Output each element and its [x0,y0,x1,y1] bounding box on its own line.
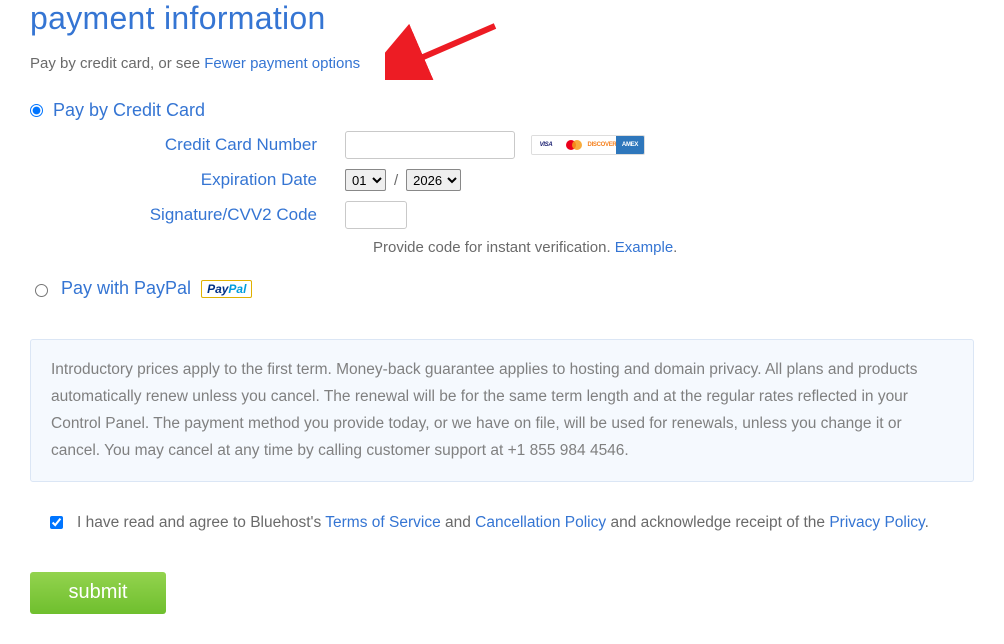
exp-month-select[interactable]: 01 [345,169,386,191]
cvv-example-link[interactable]: Example [615,239,673,256]
pay-cc-label: Pay by Credit Card [53,100,205,121]
discover-icon: DISCOVER [588,136,616,154]
cc-number-label: Credit Card Number [30,135,345,155]
payment-option-cc[interactable]: Pay by Credit Card [30,100,974,121]
cvv-hint-text: Provide code for instant verification. [373,239,615,256]
cancellation-policy-link[interactable]: Cancellation Policy [475,514,606,531]
cc-brands-icon: VISA DISCOVER AMEX [531,135,645,155]
pay-paypal-radio[interactable] [35,284,48,297]
visa-icon: VISA [532,136,560,154]
paypal-icon: PayPal [201,280,252,298]
cc-number-input[interactable] [345,131,515,159]
agreement-row: I have read and agree to Bluehost's Term… [30,514,974,532]
pay-cc-radio[interactable] [30,104,43,117]
exp-date-label: Expiration Date [30,170,345,190]
intro-prefix: Pay by credit card, or see [30,55,204,72]
privacy-policy-link[interactable]: Privacy Policy [829,514,924,531]
mastercard-icon [560,136,588,154]
agree-text: I have read and agree to Bluehost's Term… [77,514,929,532]
cvv-hint-period: . [673,239,677,256]
fine-print-box: Introductory prices apply to the first t… [30,339,974,482]
pay-paypal-label: Pay with PayPal [61,278,191,299]
tos-link[interactable]: Terms of Service [325,514,440,531]
payment-option-paypal[interactable]: Pay with PayPal PayPal [30,278,974,299]
exp-separator: / [394,172,398,189]
cvv-input[interactable] [345,201,407,229]
agree-checkbox[interactable] [50,516,63,529]
page-title: payment information [30,0,974,37]
cvv-label: Signature/CVV2 Code [30,205,345,225]
exp-year-select[interactable]: 2026 [406,169,461,191]
submit-button[interactable]: submit [30,572,166,614]
intro-line: Pay by credit card, or see Fewer payment… [30,55,974,72]
cvv-hint: Provide code for instant verification. E… [30,239,974,256]
amex-icon: AMEX [616,136,644,154]
fewer-payment-options-link[interactable]: Fewer payment options [204,55,360,72]
